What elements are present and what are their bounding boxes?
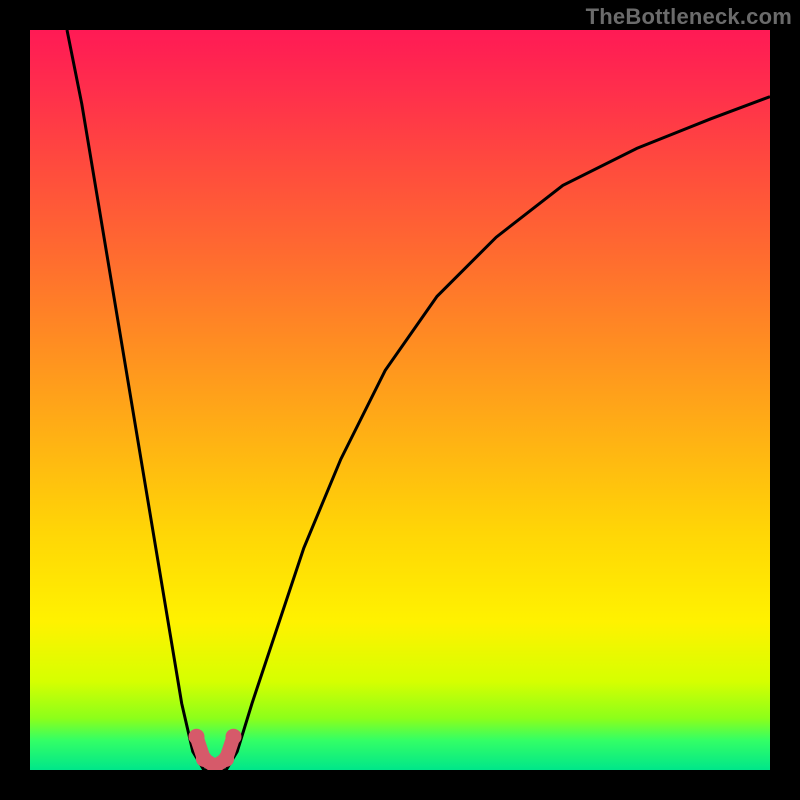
curve-layer [30,30,770,770]
left-curve [67,30,215,770]
right-curve [215,97,770,770]
marker-dot [226,729,242,745]
marker-dot [218,751,234,767]
watermark-text: TheBottleneck.com [586,4,792,30]
chart-frame: TheBottleneck.com [0,0,800,800]
plot-area [30,30,770,770]
marker-dot [189,729,205,745]
